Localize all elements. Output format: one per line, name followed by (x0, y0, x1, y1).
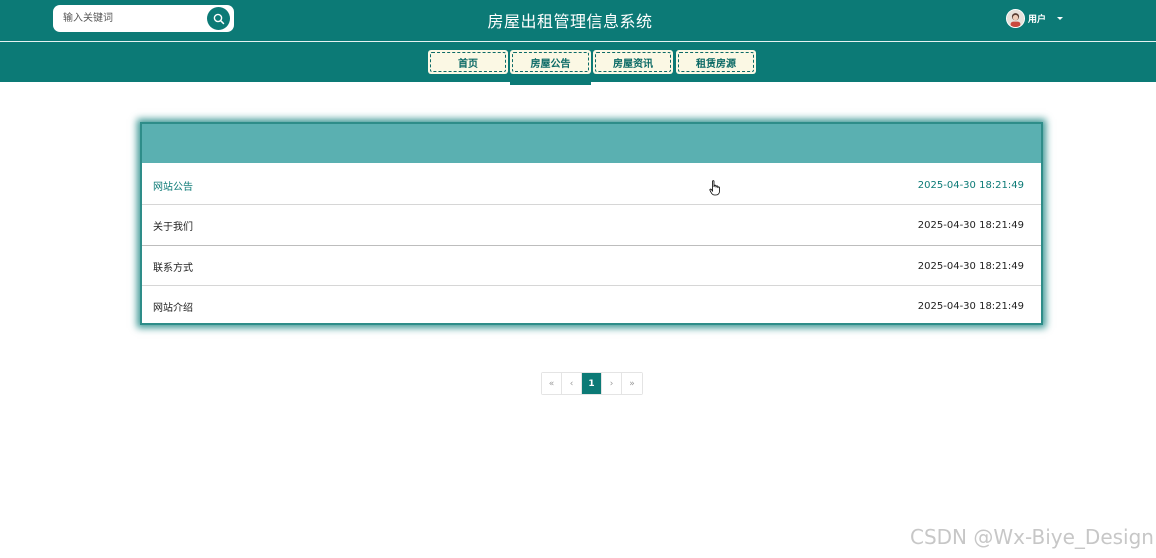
search-input[interactable] (63, 9, 203, 28)
next-page-button[interactable]: › (602, 373, 622, 394)
list-item-date: 2025-04-30 18:21:49 (917, 179, 1024, 191)
panel-header (142, 124, 1041, 163)
watermark: CSDN @Wx-Biye_Design (910, 525, 1154, 549)
list-item-title: 网站公告 (153, 181, 193, 193)
list-item-date: 2025-04-30 18:21:49 (917, 219, 1024, 231)
user-name: 用户 (1028, 14, 1047, 25)
nav-item-announcements[interactable]: 房屋公告 (510, 50, 591, 74)
user-menu[interactable]: 用户 (1006, 8, 1064, 28)
list-item-date: 2025-04-30 18:21:49 (917, 260, 1024, 272)
current-page-button[interactable]: 1 (582, 373, 602, 394)
list-item-title: 网站介绍 (153, 302, 193, 314)
list-item-date: 2025-04-30 18:21:49 (917, 300, 1024, 312)
search-box (53, 5, 234, 32)
nav-item-label: 房屋资讯 (613, 58, 653, 70)
nav-item-label: 房屋公告 (530, 58, 571, 70)
search-icon (213, 13, 224, 24)
list-item[interactable]: 网站公告 2025-04-30 18:21:49 (142, 165, 1041, 205)
list-item[interactable]: 网站介绍 2025-04-30 18:21:49 (142, 286, 1041, 326)
nav-item-news[interactable]: 房屋资讯 (593, 50, 673, 74)
nav-item-rentals[interactable]: 租赁房源 (676, 50, 756, 74)
pagination: « ‹ 1 › » (541, 372, 643, 395)
nav-item-home[interactable]: 首页 (428, 50, 508, 74)
first-page-button[interactable]: « (542, 373, 562, 394)
site-title: 房屋出租管理信息系统 (487, 12, 653, 31)
avatar (1006, 8, 1025, 28)
search-button[interactable] (207, 7, 230, 30)
prev-page-button[interactable]: ‹ (562, 373, 582, 394)
list-item-title: 联系方式 (153, 262, 193, 274)
active-nav-indicator (510, 82, 591, 85)
announcement-panel: 网站公告 2025-04-30 18:21:49 关于我们 2025-04-30… (140, 122, 1043, 325)
top-header-bar: 房屋出租管理信息系统 用户 (0, 0, 1156, 41)
nav-item-label: 租赁房源 (696, 58, 736, 70)
nav-item-label: 首页 (458, 58, 478, 70)
list-item-title: 关于我们 (153, 221, 193, 233)
last-page-button[interactable]: » (622, 373, 642, 394)
list-item[interactable]: 联系方式 2025-04-30 18:21:49 (142, 246, 1041, 286)
hand-cursor-icon (709, 180, 720, 196)
list-item[interactable]: 关于我们 2025-04-30 18:21:49 (142, 205, 1041, 245)
chevron-down-icon (1057, 16, 1064, 20)
